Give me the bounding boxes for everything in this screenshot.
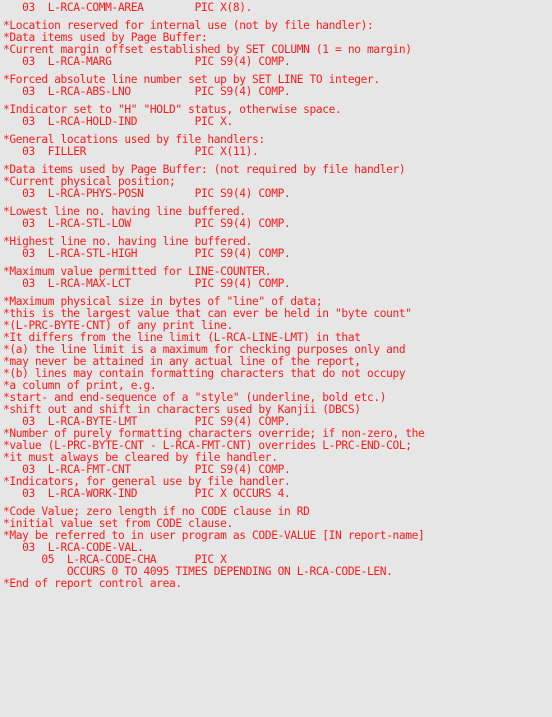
code-block: *Lowest line no. having line buffered. 0…	[3, 206, 552, 230]
code-block: *Maximum physical size in bytes of "line…	[3, 296, 552, 500]
data-declaration-line: 03 L-RCA-STL-HIGH PIC S9(4) COMP.	[3, 247, 291, 260]
data-declaration-line: 03 L-RCA-STL-LOW PIC S9(4) COMP.	[3, 217, 291, 230]
code-block: 03 L-RCA-COMM-AREA PIC X(8).	[3, 2, 552, 14]
data-declaration-line: 03 L-RCA-MARG PIC S9(4) COMP.	[3, 55, 291, 68]
code-block: *Highest line no. having line buffered. …	[3, 236, 552, 260]
cobol-source-listing: 03 L-RCA-COMM-AREA PIC X(8). *Location re…	[0, 2, 552, 590]
data-declaration-line: 03 L-RCA-COMM-AREA PIC X(8).	[3, 1, 253, 14]
code-block: *Forced absolute line number set up by S…	[3, 74, 552, 98]
comment-line: *End of report control area.	[3, 577, 182, 590]
code-block: *General locations used by file handlers…	[3, 134, 552, 158]
code-block: *Location reserved for internal use (not…	[3, 20, 552, 68]
code-block: *Data items used by Page Buffer: (not re…	[3, 164, 552, 200]
code-block: *Indicator set to "H" "HOLD" status, oth…	[3, 104, 552, 128]
data-declaration-line: 03 L-RCA-ABS-LNO PIC S9(4) COMP.	[3, 85, 291, 98]
data-declaration-line: 03 L-RCA-WORK-IND PIC X OCCURS 4.	[3, 487, 291, 500]
data-declaration-line: 03 L-RCA-MAX-LCT PIC S9(4) COMP.	[3, 277, 291, 290]
data-declaration-line: 03 L-RCA-HOLD-IND PIC X.	[3, 115, 233, 128]
code-block: *Maximum value permitted for LINE-COUNTE…	[3, 266, 552, 290]
code-block: *Code Value; zero length if no CODE clau…	[3, 506, 552, 590]
data-declaration-line: 03 FILLER PIC X(11).	[3, 145, 259, 158]
data-declaration-line: 03 L-RCA-PHYS-POSN PIC S9(4) COMP.	[3, 187, 291, 200]
